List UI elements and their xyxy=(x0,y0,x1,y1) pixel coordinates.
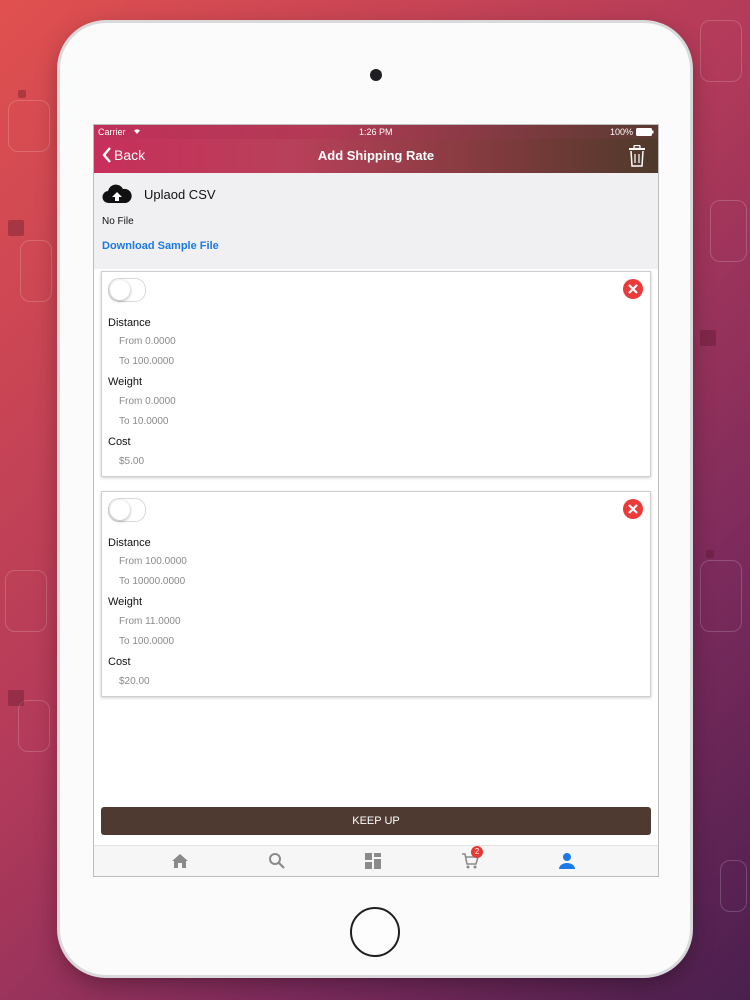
background-decoration xyxy=(8,100,50,152)
background-decoration xyxy=(700,330,716,346)
upload-csv-label[interactable]: Uplaod CSV xyxy=(144,187,216,202)
toggle-knob xyxy=(110,500,130,520)
background-decoration xyxy=(8,690,24,706)
tab-search[interactable] xyxy=(268,852,286,870)
status-bar: Carrier 1:26 PM 100% xyxy=(94,125,658,139)
wifi-icon xyxy=(132,126,142,137)
search-icon xyxy=(269,853,285,869)
weight-to[interactable]: To 100.0000 xyxy=(119,636,174,647)
home-icon xyxy=(172,854,188,868)
background-decoration xyxy=(720,860,747,912)
home-button[interactable] xyxy=(350,907,400,957)
background-decoration xyxy=(20,240,52,302)
tab-home[interactable] xyxy=(171,852,189,870)
tab-cart[interactable]: 2 xyxy=(461,846,483,870)
keep-up-button[interactable]: KEEP UP xyxy=(101,807,651,835)
grid-icon xyxy=(365,853,381,869)
cloud-upload-icon[interactable] xyxy=(102,183,132,205)
rate-card: Distance From 100.0000 To 10000.0000 Wei… xyxy=(101,491,651,697)
background-decoration xyxy=(706,550,714,558)
rate-toggle[interactable] xyxy=(108,278,146,302)
rate-card: Distance From 0.0000 To 100.0000 Weight … xyxy=(101,271,651,477)
tab-bar: 2 xyxy=(94,845,658,876)
close-icon xyxy=(628,504,638,514)
weight-from[interactable]: From 11.0000 xyxy=(119,616,181,627)
background-decoration xyxy=(710,200,747,262)
distance-label: Distance xyxy=(108,537,151,549)
remove-rate-button[interactable] xyxy=(623,279,643,299)
background-decoration xyxy=(8,220,24,236)
navigation-bar: Back Add Shipping Rate xyxy=(94,139,658,173)
carrier-label: Carrier xyxy=(98,127,126,137)
weight-from[interactable]: From 0.0000 xyxy=(119,396,176,407)
battery-icon xyxy=(636,128,654,138)
distance-from[interactable]: From 0.0000 xyxy=(119,336,176,347)
tablet-frame: Carrier 1:26 PM 100% Back Add Shipping R… xyxy=(60,23,690,975)
file-status: No File xyxy=(102,216,134,227)
background-decoration xyxy=(18,700,50,752)
distance-to[interactable]: To 10000.0000 xyxy=(119,576,185,587)
rate-toggle[interactable] xyxy=(108,498,146,522)
trash-icon[interactable] xyxy=(628,145,646,167)
toggle-knob xyxy=(110,280,130,300)
distance-to[interactable]: To 100.0000 xyxy=(119,356,174,367)
remove-rate-button[interactable] xyxy=(623,499,643,519)
upload-section: Uplaod CSV No File Download Sample File xyxy=(94,173,658,269)
weight-label: Weight xyxy=(108,596,143,608)
distance-label: Distance xyxy=(108,317,151,329)
tab-account[interactable] xyxy=(558,852,576,870)
page-title: Add Shipping Rate xyxy=(317,148,435,163)
battery-percent: 100% xyxy=(610,127,634,137)
background-decoration xyxy=(5,570,47,632)
cost-value[interactable]: $20.00 xyxy=(119,676,150,687)
cost-value[interactable]: $5.00 xyxy=(119,456,144,467)
status-time: 1:26 PM xyxy=(359,127,393,137)
cost-label: Cost xyxy=(108,656,131,668)
camera xyxy=(370,69,382,81)
cart-badge: 2 xyxy=(471,846,483,858)
weight-label: Weight xyxy=(108,376,143,388)
background-decoration xyxy=(700,20,742,82)
cost-label: Cost xyxy=(108,436,131,448)
background-decoration xyxy=(18,90,26,98)
download-sample-link[interactable]: Download Sample File xyxy=(102,240,219,252)
close-icon xyxy=(628,284,638,294)
background-decoration xyxy=(700,560,742,632)
app-screen: Carrier 1:26 PM 100% Back Add Shipping R… xyxy=(93,124,659,877)
distance-from[interactable]: From 100.0000 xyxy=(119,556,187,567)
user-icon xyxy=(559,853,575,869)
tab-categories[interactable] xyxy=(364,852,382,870)
weight-to[interactable]: To 10.0000 xyxy=(119,416,169,427)
